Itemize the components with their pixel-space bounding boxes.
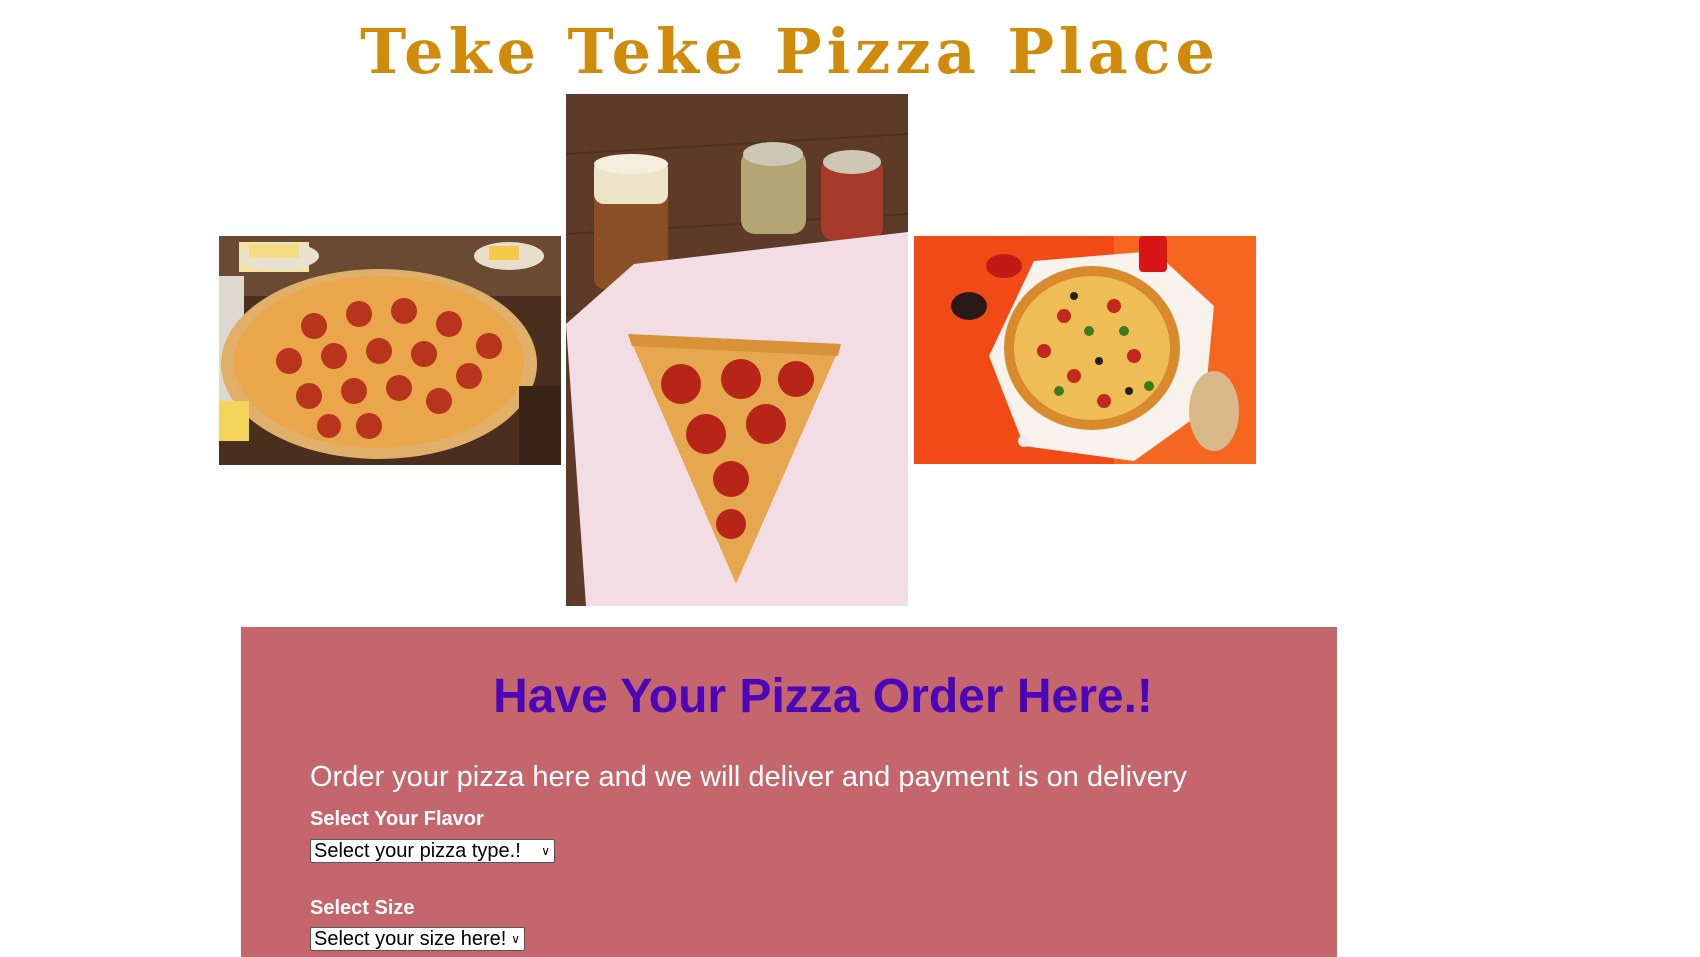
flavor-label: Select Your Flavor [310,808,484,830]
size-select[interactable]: Select your size here! ∨ [310,927,525,951]
size-label: Select Size [310,897,415,919]
pepperoni-pizza-photo [219,236,561,465]
flavor-select[interactable]: Select your pizza type.! ∨ [310,839,555,863]
order-heading: Have Your Pizza Order Here.! [493,670,1153,723]
flavor-select-value: Select your pizza type.! [314,840,521,862]
chevron-down-icon: ∨ [541,844,550,858]
order-intro-text: Order your pizza here and we will delive… [310,761,1187,793]
veggie-pizza-on-orange-photo [914,236,1256,464]
order-panel: Have Your Pizza Order Here.! Order your … [241,627,1337,957]
pizza-slice-with-beer-photo [566,94,908,606]
site-title: Teke Teke Pizza Place [360,15,1220,88]
